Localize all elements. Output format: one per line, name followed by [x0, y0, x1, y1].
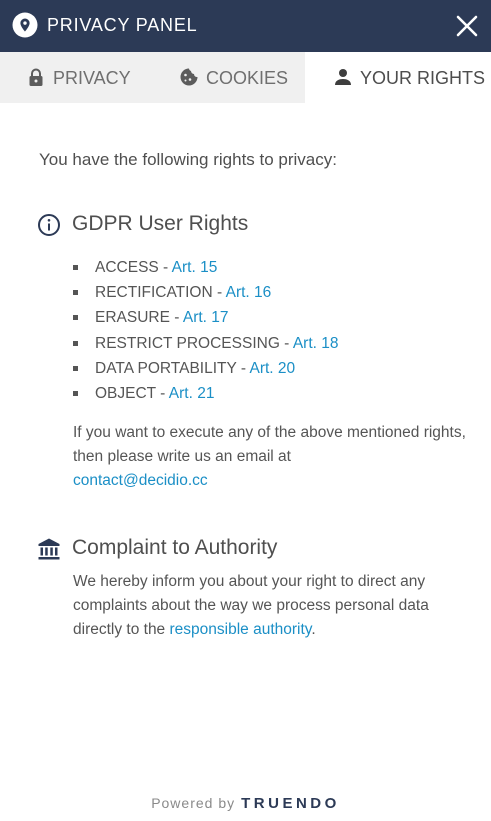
right-label: OBJECT - — [95, 384, 169, 402]
bullet-icon — [73, 290, 78, 296]
tab-privacy-label: PRIVACY — [53, 68, 131, 88]
bullet-icon — [73, 265, 78, 270]
list-item: RECTIFICATION - Art. 16 — [73, 283, 338, 308]
complaint-heading: Complaint to Authority — [72, 536, 278, 559]
lock-icon — [29, 68, 43, 86]
info-icon — [38, 214, 60, 236]
article-link[interactable]: Art. 21 — [169, 385, 215, 402]
right-label: DATA PORTABILITY - — [95, 359, 250, 377]
complaint-paragraph: We hereby inform you about your right to… — [73, 570, 473, 642]
bullet-icon — [73, 390, 78, 396]
article-link[interactable]: Art. 16 — [226, 284, 272, 301]
list-item: ERASURE - Art. 17 — [73, 308, 338, 333]
list-item: OBJECT - Art. 21 — [73, 384, 338, 409]
tab-privacy[interactable]: PRIVACY — [0, 52, 152, 103]
right-label: RESTRICT PROCESSING - — [95, 334, 293, 352]
location-pin-icon — [12, 12, 38, 38]
tab-your-rights[interactable]: YOUR RIGHTS — [305, 52, 491, 103]
panel-header: PRIVACY PANEL — [0, 0, 491, 52]
right-label: ACCESS - — [95, 259, 172, 276]
tab-cookies[interactable]: COOKIES — [152, 52, 305, 103]
right-label: ERASURE - — [95, 309, 183, 327]
tab-bar: PRIVACY COOKIES YOUR RIGHTS — [0, 52, 491, 103]
truendo-logo[interactable]: TRUENDO — [241, 795, 340, 812]
article-link[interactable]: Art. 18 — [293, 335, 339, 352]
article-link[interactable]: Art. 17 — [183, 309, 229, 326]
footer: Powered by TRUENDO — [0, 795, 491, 812]
article-link[interactable]: Art. 15 — [172, 259, 218, 276]
list-item: RESTRICT PROCESSING - Art. 18 — [73, 334, 338, 359]
rights-list: ACCESS - Art. 15 RECTIFICATION - Art. 16… — [73, 258, 338, 409]
person-icon — [335, 69, 351, 85]
intro-text: You have the following rights to privacy… — [39, 150, 337, 169]
gdpr-rights-heading: GDPR User Rights — [72, 212, 249, 235]
list-item: DATA PORTABILITY - Art. 20 — [73, 359, 338, 384]
bank-building-icon — [38, 538, 60, 560]
contact-text: If you want to execute any of the above … — [73, 424, 466, 465]
tab-cookies-label: COOKIES — [206, 68, 289, 88]
contact-email-link[interactable]: contact@decidio.cc — [73, 472, 208, 489]
powered-by-text: Powered by — [151, 795, 236, 811]
close-icon[interactable] — [454, 13, 480, 39]
responsible-authority-link[interactable]: responsible authority — [170, 621, 312, 638]
cookie-icon — [180, 68, 198, 86]
panel-title: PRIVACY PANEL — [47, 15, 198, 35]
bullet-icon — [73, 315, 78, 321]
complaint-end: . — [311, 621, 316, 638]
right-label: RECTIFICATION - — [95, 284, 226, 302]
bullet-icon — [73, 340, 78, 346]
contact-paragraph: If you want to execute any of the above … — [73, 421, 473, 493]
bullet-icon — [73, 365, 78, 371]
list-item: ACCESS - Art. 15 — [73, 258, 338, 283]
tab-your-rights-label: YOUR RIGHTS — [360, 68, 486, 88]
article-link[interactable]: Art. 20 — [249, 360, 295, 377]
